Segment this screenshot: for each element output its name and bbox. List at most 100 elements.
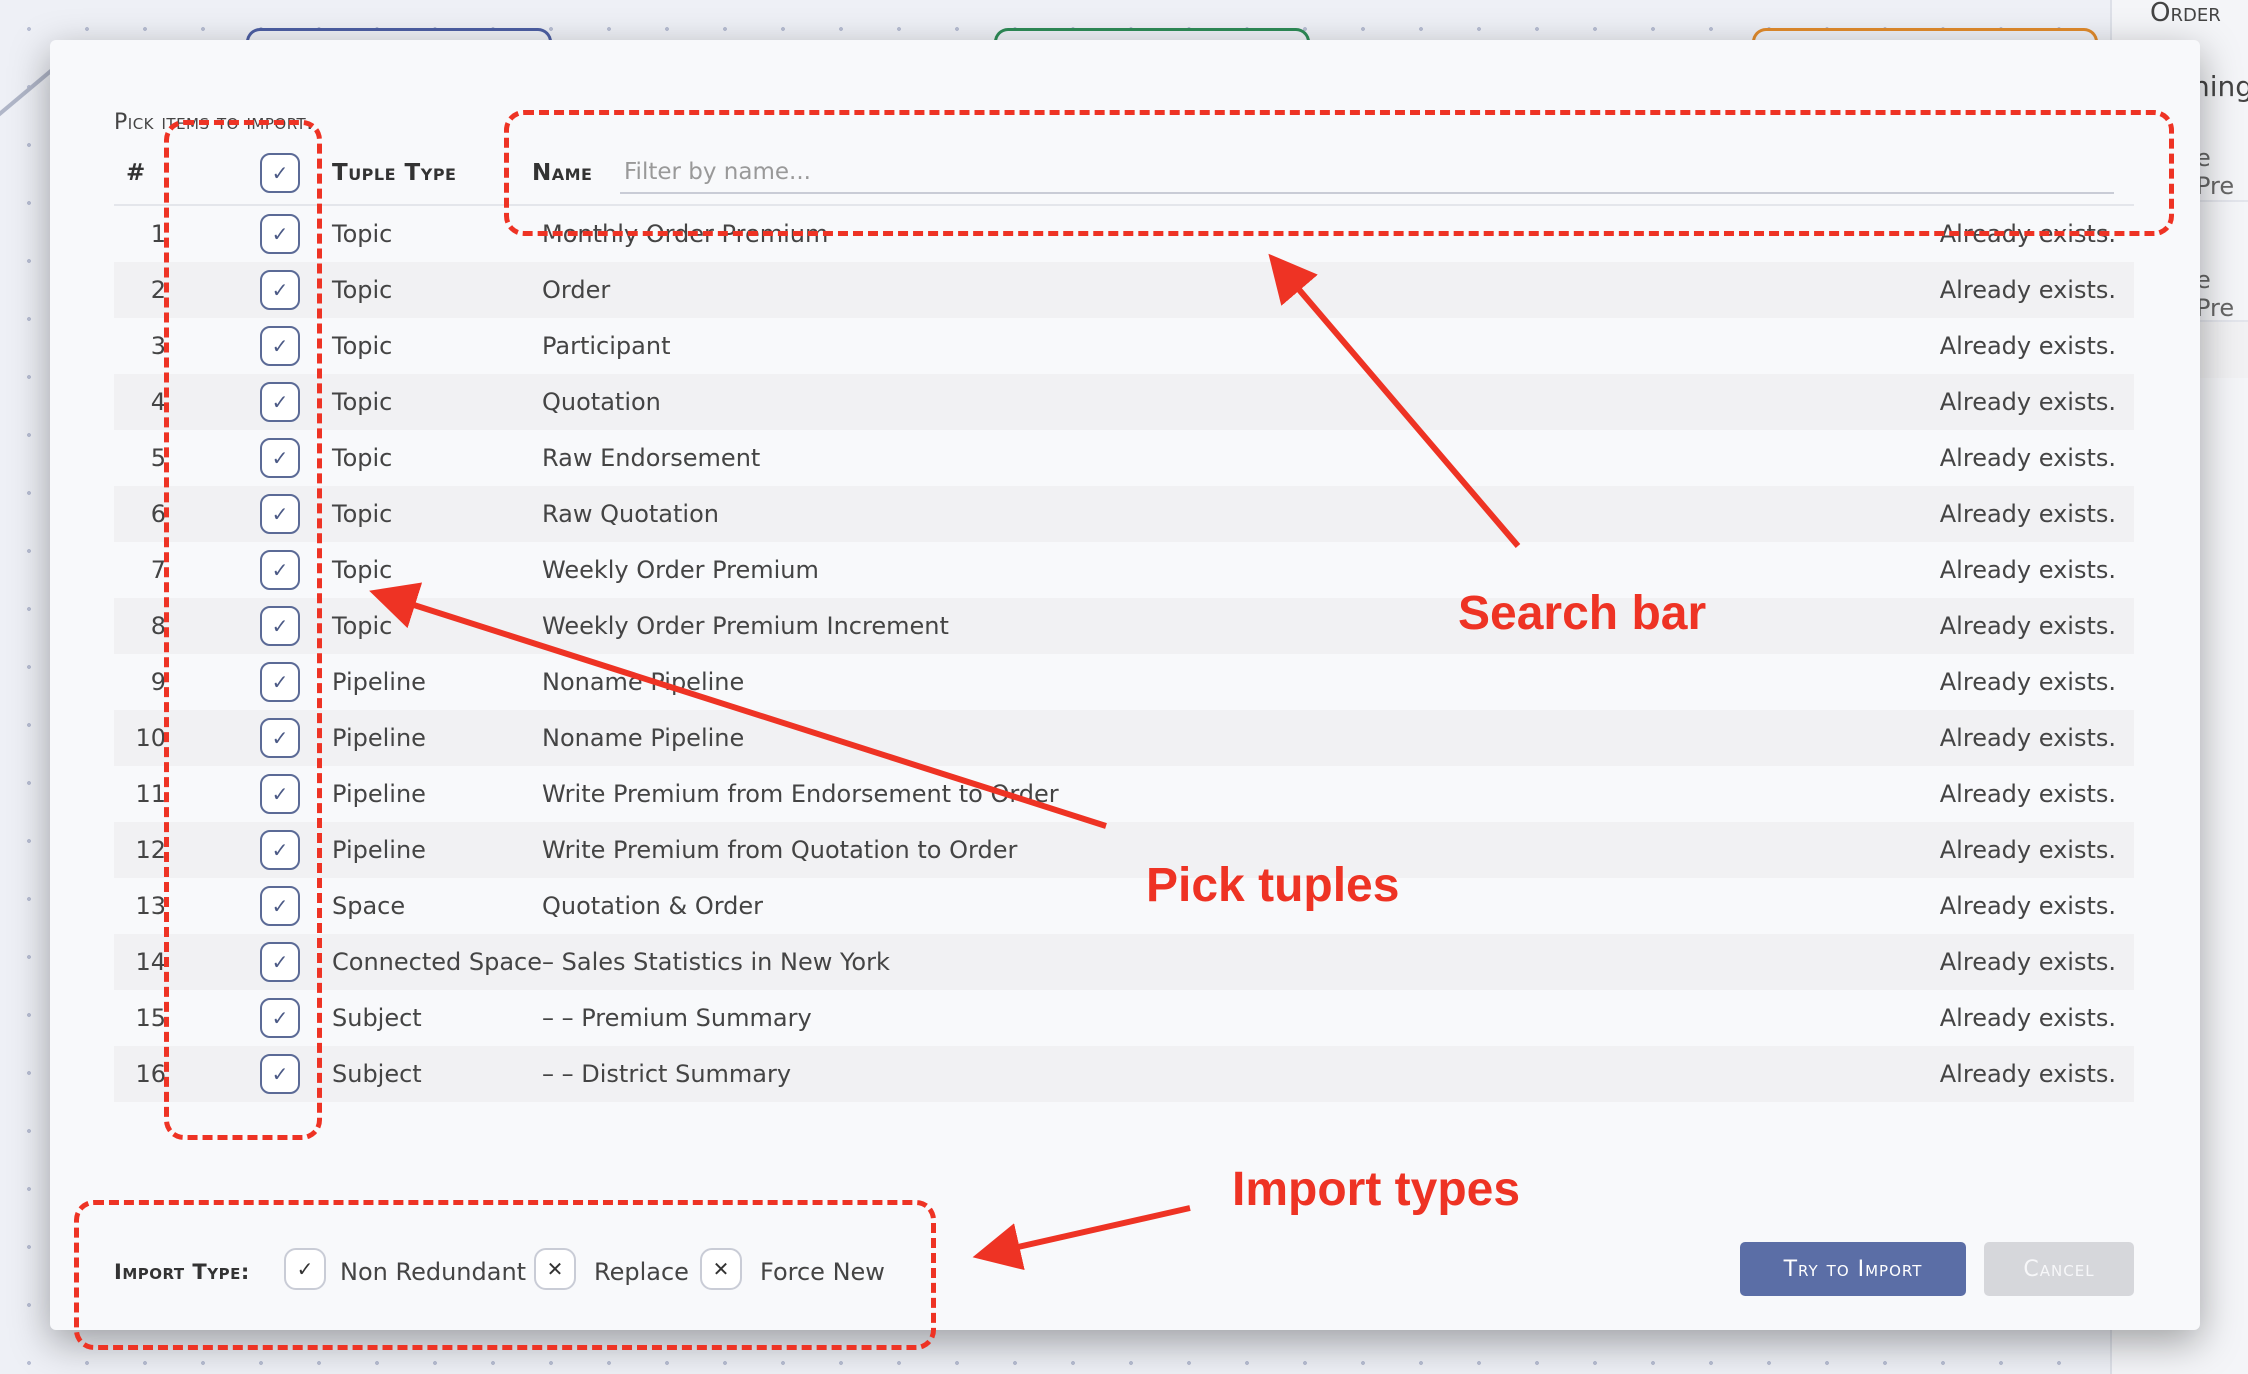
table-row[interactable]: 9 ✓ Pipeline Noname Pipeline Already exists.: [114, 654, 2134, 710]
table-row[interactable]: 10 ✓ Pipeline Noname Pipeline Already exists…: [114, 710, 2134, 766]
row-select-checkbox[interactable]: ✓: [260, 270, 300, 310]
check-icon: ✓: [271, 334, 289, 358]
row-select-checkbox[interactable]: ✓: [260, 774, 300, 814]
table-row[interactable]: 11 ✓ Pipeline Write Premium from Endorsemen…: [114, 766, 2134, 822]
table-row[interactable]: 3 ✓ Topic Participant Already exists.: [114, 318, 2134, 374]
row-select-checkbox[interactable]: ✓: [260, 942, 300, 982]
row-select-checkbox[interactable]: ✓: [260, 438, 300, 478]
bg-right-title: Order: [2150, 0, 2221, 28]
row-select-checkbox[interactable]: ✓: [260, 718, 300, 758]
row-tuple-type: Pipeline: [332, 668, 426, 696]
check-icon: ✓: [271, 390, 289, 414]
table-row[interactable]: 1 ✓ Topic Monthly Order Premium Already exis…: [114, 206, 2134, 262]
import-option-replace-label[interactable]: Replace: [594, 1258, 689, 1286]
row-tuple-type: Topic: [332, 556, 393, 584]
row-name: Monthly Order Premium: [542, 220, 829, 248]
row-status: Already exists.: [1939, 836, 2116, 864]
table-row[interactable]: 8 ✓ Topic Weekly Order Premium Increment Alr…: [114, 598, 2134, 654]
row-tuple-type: Topic: [332, 612, 393, 640]
column-index: #: [126, 160, 146, 186]
row-select-checkbox[interactable]: ✓: [260, 326, 300, 366]
row-status: Already exists.: [1939, 500, 2116, 528]
row-select-checkbox[interactable]: ✓: [260, 1054, 300, 1094]
row-tuple-type: Pipeline: [332, 724, 426, 752]
row-name: Write Premium from Endorsement to Order: [542, 780, 1059, 808]
select-all-checkbox[interactable]: ✓: [260, 153, 300, 193]
row-select-checkbox[interactable]: ✓: [260, 662, 300, 702]
row-name: Order: [542, 276, 611, 304]
tuples-table: # ✓ Tuple Type Name 1 ✓ Topic Monthly Order…: [114, 142, 2134, 1102]
row-name: Participant: [542, 332, 671, 360]
table-row[interactable]: 7 ✓ Topic Weekly Order Premium Already exist…: [114, 542, 2134, 598]
row-select-checkbox[interactable]: ✓: [260, 382, 300, 422]
import-option-force-new-label[interactable]: Force New: [760, 1258, 885, 1286]
bg-right-line1: ning: [2192, 70, 2248, 103]
check-icon: ✓: [271, 278, 289, 302]
check-icon: ✓: [271, 446, 289, 470]
check-icon: ✓: [271, 558, 289, 582]
row-select-checkbox[interactable]: ✓: [260, 550, 300, 590]
row-status: Already exists.: [1939, 220, 2116, 248]
table-row[interactable]: 2 ✓ Topic Order Already exists.: [114, 262, 2134, 318]
row-status: Already exists.: [1939, 332, 2116, 360]
table-row[interactable]: 5 ✓ Topic Raw Endorsement Already exists.: [114, 430, 2134, 486]
table-row[interactable]: 14 ✓ Connected Space – Sales Statistics in …: [114, 934, 2134, 990]
check-icon: ✓: [296, 1257, 314, 1281]
row-status: Already exists.: [1939, 1004, 2116, 1032]
check-icon: ✓: [271, 838, 289, 862]
row-index: 16: [135, 1060, 166, 1088]
import-option-replace-checkbox[interactable]: ✕: [534, 1248, 576, 1290]
table-row[interactable]: 6 ✓ Topic Raw Quotation Already exists.: [114, 486, 2134, 542]
row-tuple-type: Subject: [332, 1004, 422, 1032]
import-dialog: Pick items to import. # ✓ Tuple Type Nam…: [50, 40, 2200, 1330]
cancel-button[interactable]: Cancel: [1984, 1242, 2134, 1296]
row-index: 12: [135, 836, 166, 864]
table-row[interactable]: 13 ✓ Space Quotation & Order Already exists.: [114, 878, 2134, 934]
bg-right-line2: e Pre: [2196, 144, 2235, 200]
table-row[interactable]: 15 ✓ Subject – – Premium Summary Already exi…: [114, 990, 2134, 1046]
name-filter-input[interactable]: [620, 152, 2114, 194]
column-name: Name: [532, 160, 593, 186]
table-body: 1 ✓ Topic Monthly Order Premium Already exis…: [114, 206, 2134, 1102]
row-index: 9: [150, 668, 166, 696]
row-name: Weekly Order Premium Increment: [542, 612, 949, 640]
row-select-checkbox[interactable]: ✓: [260, 494, 300, 534]
row-tuple-type: Topic: [332, 388, 393, 416]
row-index: 8: [150, 612, 166, 640]
row-select-checkbox[interactable]: ✓: [260, 214, 300, 254]
check-icon: ✓: [271, 782, 289, 806]
row-name: Write Premium from Quotation to Order: [542, 836, 1018, 864]
row-status: Already exists.: [1939, 724, 2116, 752]
check-icon: ✓: [271, 1062, 289, 1086]
row-name: Noname Pipeline: [542, 724, 745, 752]
row-name: Raw Endorsement: [542, 444, 761, 472]
row-index: 13: [135, 892, 166, 920]
table-row[interactable]: 12 ✓ Pipeline Write Premium from Quotation …: [114, 822, 2134, 878]
row-select-checkbox[interactable]: ✓: [260, 998, 300, 1038]
row-status: Already exists.: [1939, 1060, 2116, 1088]
table-row[interactable]: 16 ✓ Subject – – District Summary Already ex…: [114, 1046, 2134, 1102]
import-type-label: Import Type:: [114, 1260, 250, 1284]
row-index: 5: [150, 444, 166, 472]
import-option-non-redundant-checkbox[interactable]: ✓: [284, 1248, 326, 1290]
row-status: Already exists.: [1939, 780, 2116, 808]
import-option-non-redundant-label[interactable]: Non Redundant: [340, 1258, 526, 1286]
row-name: Noname Pipeline: [542, 668, 745, 696]
check-icon: ✓: [271, 222, 289, 246]
check-icon: ✓: [271, 614, 289, 638]
row-index: 1: [150, 220, 166, 248]
check-icon: ✓: [271, 1006, 289, 1030]
try-to-import-button[interactable]: Try to Import: [1740, 1242, 1966, 1296]
import-option-force-new-checkbox[interactable]: ✕: [700, 1248, 742, 1290]
table-row[interactable]: 4 ✓ Topic Quotation Already exists.: [114, 374, 2134, 430]
check-icon: ✓: [271, 670, 289, 694]
row-name: – Sales Statistics in New York: [542, 948, 890, 976]
row-tuple-type: Topic: [332, 444, 393, 472]
row-tuple-type: Topic: [332, 220, 393, 248]
row-select-checkbox[interactable]: ✓: [260, 606, 300, 646]
row-status: Already exists.: [1939, 388, 2116, 416]
row-select-checkbox[interactable]: ✓: [260, 830, 300, 870]
check-icon: ✓: [271, 502, 289, 526]
row-select-checkbox[interactable]: ✓: [260, 886, 300, 926]
x-icon: ✕: [712, 1257, 730, 1281]
